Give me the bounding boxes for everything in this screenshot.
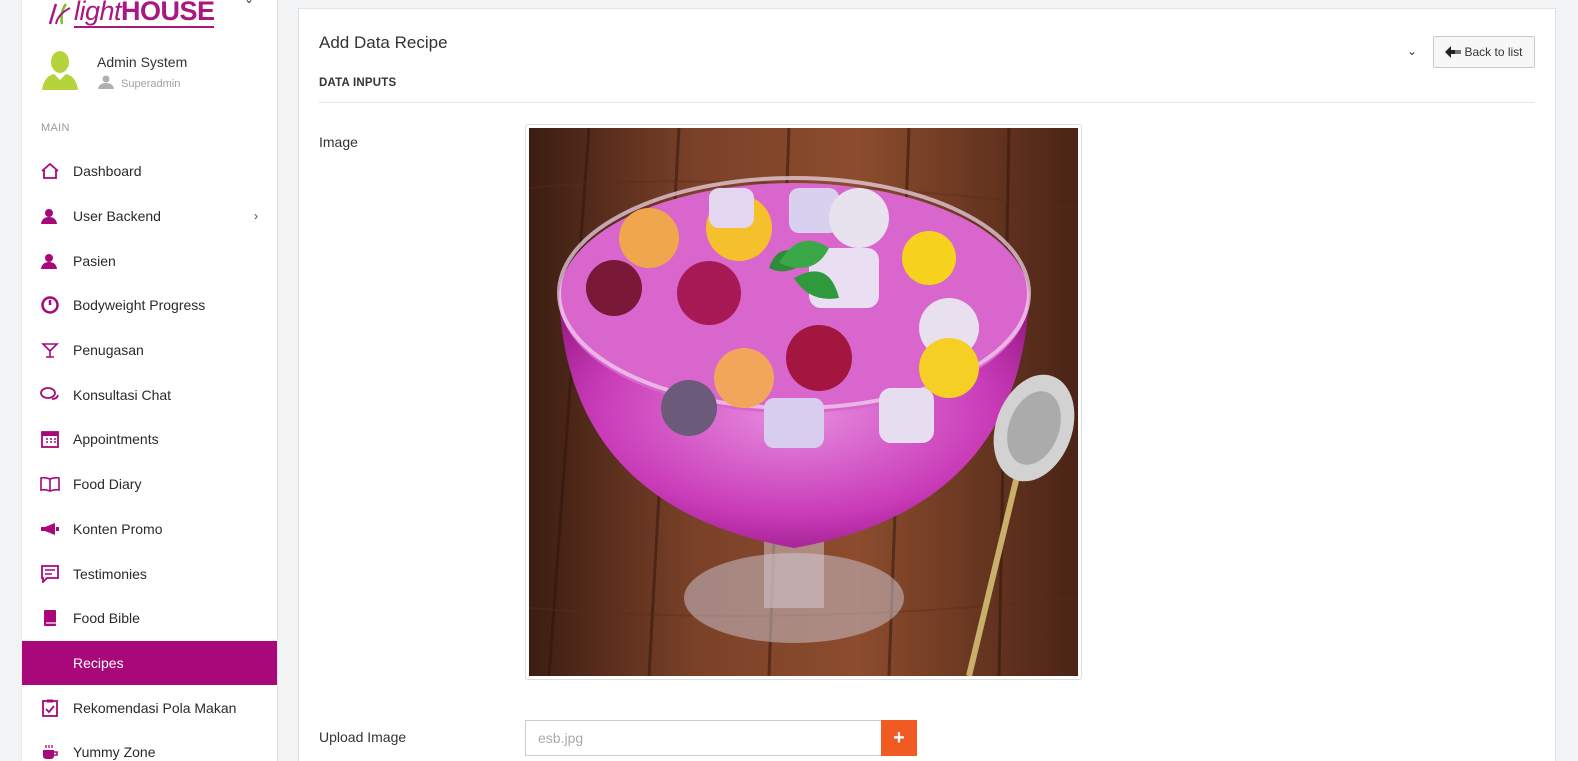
sidebar-item-user-backend[interactable]: User Backend › — [22, 194, 277, 239]
chat-icon — [40, 385, 60, 405]
menu-section-label: MAIN — [41, 122, 70, 134]
section-heading: DATA INPUTS — [319, 77, 397, 89]
sidebar-item-konten-promo[interactable]: Konten Promo — [22, 507, 277, 552]
megaphone-icon — [40, 519, 60, 539]
page-title: Add Data Recipe — [319, 33, 448, 52]
back-to-list-button[interactable]: Back to list — [1433, 36, 1535, 68]
user-role-icon — [97, 75, 115, 92]
book-open-icon — [40, 474, 60, 494]
sidebar-item-recipes[interactable]: Recipes — [22, 640, 277, 686]
user-icon — [40, 251, 60, 271]
clipboard-check-icon — [40, 698, 60, 718]
logo-mark-icon — [48, 0, 74, 26]
recipe-icon — [40, 653, 60, 673]
user-profile[interactable]: Admin System Superadmin — [40, 50, 187, 92]
sidebar-item-testimonies[interactable]: Testimonies — [22, 551, 277, 596]
tasks-icon — [40, 340, 60, 360]
coffee-icon — [40, 742, 60, 761]
user-name: Admin System — [97, 54, 188, 70]
sidebar-menu: Dashboard User Backend › Pasien Bodyweig… — [22, 149, 277, 761]
divider — [319, 102, 1535, 103]
back-to-list-label: Back to list — [1464, 45, 1523, 59]
sidebar-item-pasien[interactable]: Pasien — [22, 238, 277, 283]
arrow-left-icon — [1445, 46, 1462, 58]
user-icon — [40, 206, 60, 226]
chevron-right-icon: › — [254, 209, 258, 224]
sidebar-item-rekomendasi-pola-makan[interactable]: Rekomendasi Pola Makan — [22, 685, 277, 730]
chevron-down-icon[interactable]: ⌄ — [244, 0, 254, 6]
avatar — [40, 50, 80, 92]
chevron-down-icon[interactable]: ⌄ — [1407, 44, 1417, 58]
upload-image-field[interactable] — [525, 720, 881, 756]
sidebar-item-food-diary[interactable]: Food Diary — [22, 462, 277, 507]
image-label: Image — [319, 134, 358, 150]
home-icon — [40, 161, 60, 181]
sidebar-item-bodyweight-progress[interactable]: Bodyweight Progress — [22, 283, 277, 328]
comment-icon — [40, 564, 60, 584]
sidebar: lightHOUSE ⌄ Admin System Superadmin — [21, 0, 278, 761]
logo-underline — [74, 26, 214, 28]
sidebar-item-konsultasi-chat[interactable]: Konsultasi Chat — [22, 372, 277, 417]
sidebar-item-food-bible[interactable]: Food Bible — [22, 596, 277, 641]
user-role: Superadmin — [121, 77, 181, 90]
gauge-icon — [40, 295, 60, 315]
sidebar-item-appointments[interactable]: Appointments — [22, 417, 277, 462]
book-icon — [40, 608, 60, 628]
sidebar-item-yummy-zone[interactable]: Yummy Zone — [22, 730, 277, 761]
recipe-form-card: Add Data Recipe ⌄ Back to list DATA INPU… — [298, 8, 1556, 761]
upload-image-label: Upload Image — [319, 729, 407, 745]
calendar-icon — [40, 429, 60, 449]
sidebar-item-dashboard[interactable]: Dashboard — [22, 149, 277, 194]
brand-logo[interactable]: lightHOUSE — [48, 0, 215, 26]
logo-text: lightHOUSE — [74, 0, 215, 26]
recipe-image-preview — [525, 124, 1082, 680]
upload-image-group: + — [525, 720, 917, 756]
plus-icon: + — [893, 726, 905, 749]
sidebar-item-penugasan[interactable]: Penugasan — [22, 328, 277, 373]
add-file-button[interactable]: + — [881, 720, 917, 756]
